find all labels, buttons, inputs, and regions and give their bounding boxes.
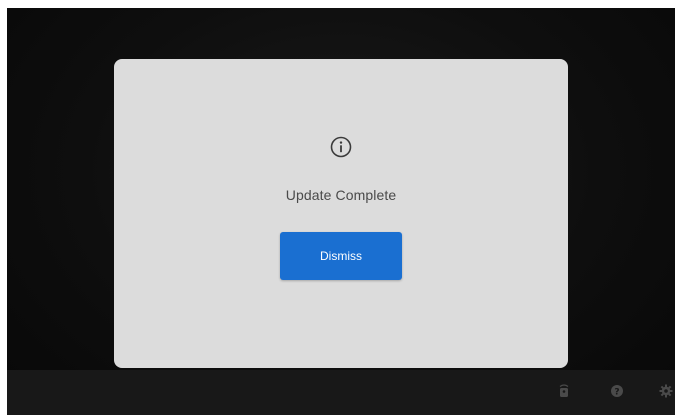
update-dialog: Update Complete Dismiss	[114, 59, 568, 368]
gear-icon[interactable]	[659, 384, 673, 398]
taskbar: ?	[7, 370, 675, 415]
help-icon[interactable]: ?	[610, 384, 624, 398]
info-circle-icon	[329, 135, 353, 159]
dismiss-button[interactable]: Dismiss	[280, 232, 402, 280]
device-screen: Update Complete Dismiss ?	[7, 8, 675, 415]
svg-text:?: ?	[614, 387, 619, 397]
remote-control-icon[interactable]	[557, 384, 571, 398]
dialog-title: Update Complete	[285, 187, 397, 203]
